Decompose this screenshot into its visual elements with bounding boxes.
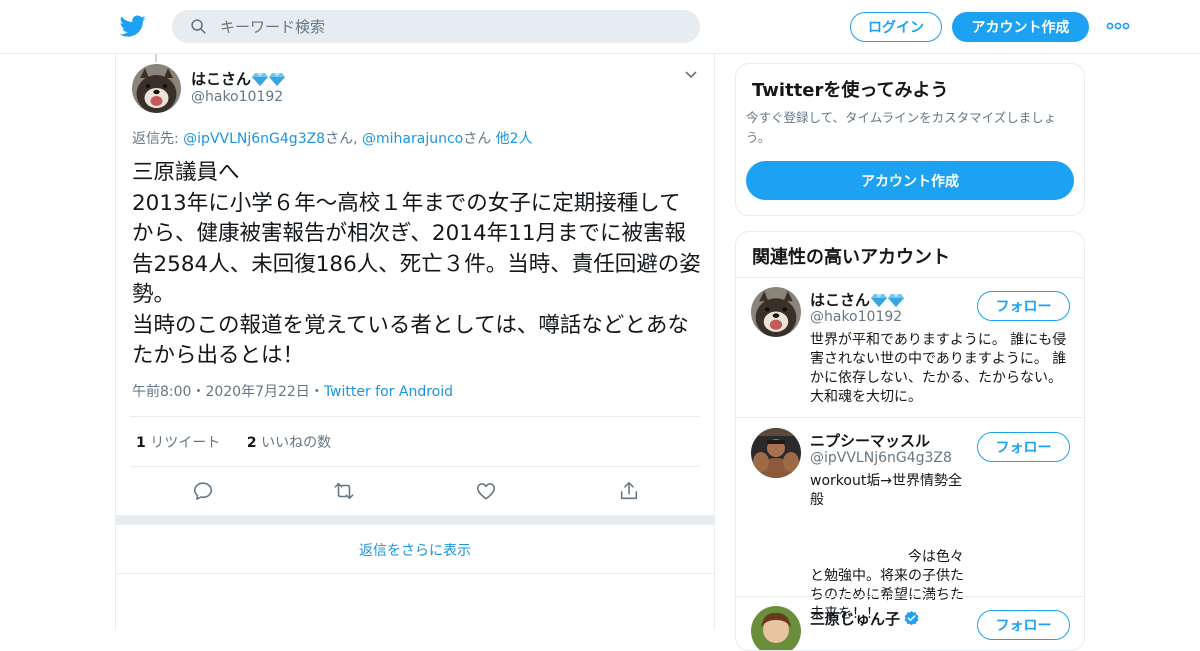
- reply-icon[interactable]: [192, 480, 214, 502]
- account-name-text: ニプシーマッスル: [810, 432, 931, 450]
- search-icon: [191, 19, 206, 34]
- author-name-text: はこさん: [191, 70, 252, 88]
- reply-separator: さん: [463, 131, 496, 147]
- dog-avatar-image: [132, 64, 181, 113]
- tweet-meta: 午前8:00・2020年7月22日・Twitter for Android: [132, 381, 453, 401]
- tweet-text: 三原議員へ 2013年に小学６年～高校１年までの女子に定期接種してから、健康被害…: [132, 160, 701, 368]
- author-name[interactable]: はこさん: [191, 68, 286, 89]
- try-twitter-card: Twitterを使ってみよう 今すぐ登録して、タイムラインをカスタマイズしましょ…: [735, 63, 1085, 216]
- divider: [736, 277, 1084, 278]
- signup-button[interactable]: アカウント作成: [952, 12, 1089, 42]
- follow-button[interactable]: フォロー: [977, 432, 1070, 462]
- account-name[interactable]: はこさん: [810, 289, 905, 310]
- try-twitter-description: 今すぐ登録して、タイムラインをカスタマイズしましょう。: [746, 110, 1057, 145]
- share-icon[interactable]: [618, 480, 640, 502]
- retweet-label: リツイート: [150, 435, 221, 451]
- reply-user-link[interactable]: @ipVVLNj6nG4g3Z8: [183, 131, 325, 147]
- account-name[interactable]: 三原じゅん子: [810, 608, 920, 629]
- divider: [130, 416, 700, 417]
- person-avatar-image: [751, 606, 801, 650]
- account-name-text: 三原じゅん子: [810, 610, 901, 628]
- diamond-emoji-icon: [871, 293, 888, 307]
- dog-avatar-image: [751, 287, 801, 337]
- related-accounts-title: 関連性の高いアカウント: [752, 247, 950, 268]
- like-count: 2: [246, 435, 257, 451]
- retweet-stat[interactable]: 1 リツイート: [136, 435, 220, 451]
- divider: [736, 417, 1084, 418]
- section-separator: [116, 515, 714, 525]
- account-name-text: はこさん: [810, 291, 871, 309]
- search-box[interactable]: [172, 10, 700, 43]
- related-accounts-card: 関連性の高いアカウント はこさん @hako10192 世界が平和でありますよう…: [735, 231, 1085, 651]
- account-handle[interactable]: @ipVVLNj6nG4g3Z8: [810, 450, 952, 466]
- try-twitter-title: Twitterを使ってみよう: [752, 80, 949, 101]
- tweet-stats: 1 リツイート 2 いいねの数: [136, 432, 331, 452]
- account-bio: workout垢→世界情勢全般 今は色々と勉強中。将来の子供たちのために希望に満…: [810, 473, 964, 622]
- chevron-down-icon[interactable]: [684, 70, 698, 80]
- tweet-column: はこさん @hako10192 返信先: @ipVVLNj6nG4g3Z8さん,…: [115, 54, 715, 630]
- retweet-icon[interactable]: [333, 480, 355, 502]
- top-navigation-bar: ログイン アカウント作成: [0, 0, 1200, 54]
- reply-user-link[interactable]: @miharajunco: [362, 131, 463, 147]
- like-stat[interactable]: 2 いいねの数: [247, 435, 331, 451]
- reply-separator: さん,: [325, 131, 362, 147]
- show-more-replies-link[interactable]: 返信をさらに表示: [116, 526, 714, 574]
- retweet-count: 1: [136, 435, 146, 451]
- follow-button[interactable]: フォロー: [977, 291, 1070, 321]
- divider: [130, 466, 700, 467]
- avatar[interactable]: [751, 606, 801, 650]
- muscle-avatar-image: [751, 428, 801, 478]
- avatar[interactable]: [132, 64, 181, 113]
- verified-badge-icon: [904, 611, 919, 626]
- diamond-emoji-icon: [269, 72, 286, 86]
- twitter-bird-logo-icon[interactable]: [120, 13, 146, 39]
- meta-separator: ・: [309, 384, 324, 400]
- divider: [736, 596, 1084, 597]
- avatar[interactable]: [751, 287, 801, 337]
- reply-prefix: 返信先:: [132, 131, 184, 147]
- author-handle[interactable]: @hako10192: [191, 89, 283, 105]
- tweet-time[interactable]: 午前8:00: [132, 384, 191, 400]
- avatar[interactable]: [751, 428, 801, 478]
- diamond-emoji-icon: [888, 293, 905, 307]
- like-heart-icon[interactable]: [475, 480, 497, 502]
- account-bio: 世界が平和でありますように。 誰にも侵害されない世の中でありますように。 誰かに…: [810, 332, 1067, 405]
- thread-connector-line: [155, 54, 157, 62]
- like-label: いいねの数: [261, 435, 332, 451]
- diamond-emoji-icon: [252, 72, 269, 86]
- tweet-client-link[interactable]: Twitter for Android: [324, 384, 453, 400]
- more-options-icon[interactable]: [1106, 18, 1130, 34]
- search-input[interactable]: [220, 10, 690, 43]
- account-handle[interactable]: @hako10192: [810, 309, 902, 325]
- reply-others-link[interactable]: 他2人: [496, 131, 533, 147]
- follow-button[interactable]: フォロー: [977, 610, 1070, 640]
- create-account-button[interactable]: アカウント作成: [746, 161, 1074, 200]
- tweet-date[interactable]: 2020年7月22日: [205, 384, 309, 400]
- login-button[interactable]: ログイン: [850, 12, 942, 42]
- reply-to-line: 返信先: @ipVVLNj6nG4g3Z8さん, @miharajuncoさん …: [132, 128, 533, 148]
- account-name[interactable]: ニプシーマッスル: [810, 430, 930, 451]
- meta-separator: ・: [191, 384, 206, 400]
